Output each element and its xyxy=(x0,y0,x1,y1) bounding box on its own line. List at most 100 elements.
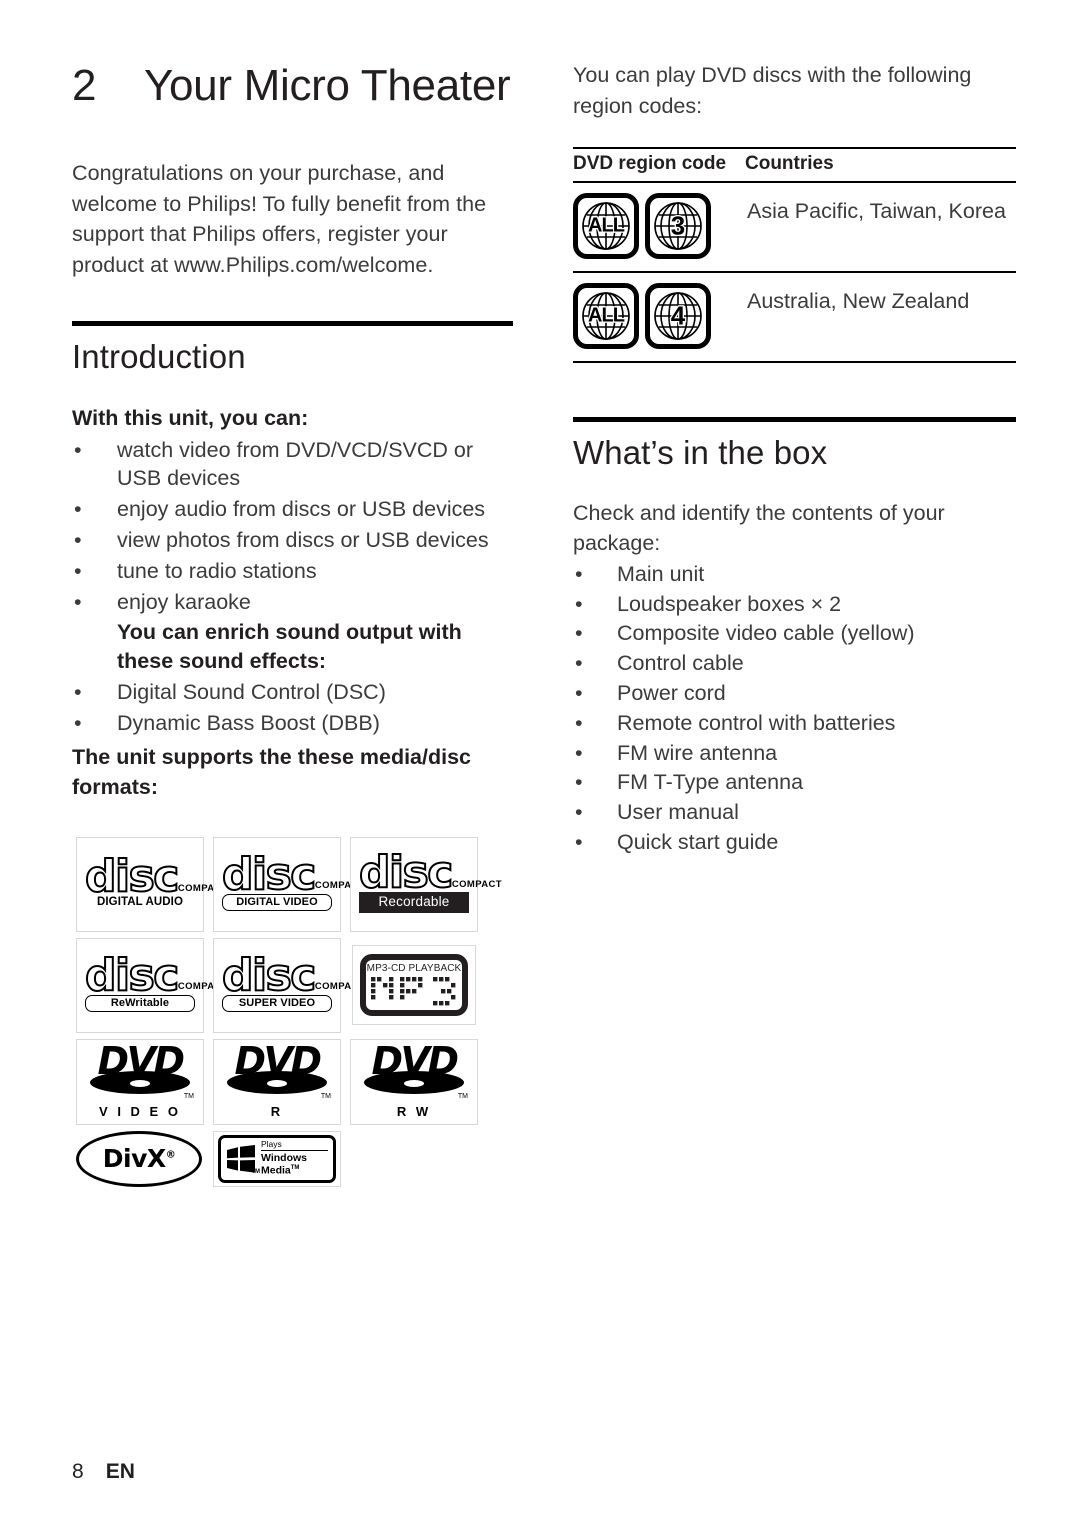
list-item-label: Remote control with batteries xyxy=(617,710,896,735)
media-label: MediaTM xyxy=(261,1165,328,1177)
logo-cell: disc COMPACT SUPER VIDEO xyxy=(209,937,365,1033)
table-row: ALL xyxy=(573,182,1016,274)
region-badge-all: ALL xyxy=(573,283,639,350)
section-rule xyxy=(573,417,1016,423)
trademark-mark: TM xyxy=(457,1093,468,1101)
bullet-icon: • xyxy=(575,621,583,646)
region-badge-number: 3 xyxy=(645,193,711,260)
box-heading: What’s in the box xyxy=(573,434,828,472)
logo-row: disc COMPACT DIGITAL AUDIO disc COMPACT xyxy=(72,836,513,932)
logo-cell: disc COMPACT DIGITAL VIDEO xyxy=(209,836,365,932)
column-header-countries: Countries xyxy=(745,147,1016,184)
manual-page: 2 Your Micro Theater Congratulations on … xyxy=(0,0,1080,1528)
list-item: • Dynamic Bass Boost (DBB) xyxy=(72,709,513,738)
media-text: Media xyxy=(261,1164,291,1177)
mp3-dot-matrix-icon xyxy=(371,977,457,1007)
right-column: You can play DVD discs with the followin… xyxy=(573,60,1016,857)
list-item: • Quick start guide xyxy=(573,828,1016,857)
dvd-video-logo: DVD TM V I D E O xyxy=(76,1038,204,1125)
cd-disc-wordmark: disc xyxy=(358,847,454,899)
trademark-mark: TM xyxy=(290,1165,300,1172)
formats-lead: The unit supports the these media/disc f… xyxy=(72,744,472,800)
table-row: ALL xyxy=(573,272,1016,364)
logo-row: DivX® TM Plays Windows MediaTM xyxy=(72,1130,513,1187)
list-item: • Remote control with batteries xyxy=(573,709,1016,738)
section-rule xyxy=(72,320,513,326)
logo-cell: DVD TM R xyxy=(209,1038,345,1125)
language-code: EN xyxy=(105,1460,135,1483)
dvd-subtitle: R W xyxy=(396,1104,432,1120)
bullet-icon: • xyxy=(575,591,583,616)
list-item-label: Loudspeaker boxes × 2 xyxy=(617,591,842,616)
bullet-icon: • xyxy=(74,710,82,735)
list-item-label: Control cable xyxy=(617,651,744,676)
list-item-label: Main unit xyxy=(617,561,705,586)
cd-subtitle: SUPER VIDEO xyxy=(222,994,332,1013)
cd-compact-label: COMPACT xyxy=(451,878,502,890)
bullet-icon: • xyxy=(74,679,82,704)
region-badge-number: 4 xyxy=(645,283,711,350)
bullet-icon: • xyxy=(575,800,583,825)
list-item-label: User manual xyxy=(617,800,739,825)
dvd-region-code-table: DVD region code Countries ALL 3 Asia Pac… xyxy=(573,147,1016,364)
chapter-number: 2 xyxy=(72,61,97,110)
list-item-label: Dynamic Bass Boost (DBB) xyxy=(117,710,380,735)
list-item-label: FM T-Type antenna xyxy=(617,770,804,795)
list-item: • tune to radio stations xyxy=(72,557,513,586)
bullet-icon: • xyxy=(74,528,82,552)
sound-effects-lead: You can enrich sound output with these s… xyxy=(117,620,462,674)
bullet-icon: • xyxy=(575,680,583,705)
logo-cell: TM Plays Windows MediaTM xyxy=(209,1130,345,1187)
list-item-label: enjoy audio from discs or USB devices xyxy=(117,497,486,522)
bullet-icon: • xyxy=(74,437,82,462)
dvd-hole-icon xyxy=(267,1080,287,1088)
list-item: • Main unit xyxy=(573,560,1016,589)
list-item: • Power cord xyxy=(573,679,1016,708)
welcome-paragraph: Congratulations on your purchase, and we… xyxy=(72,160,487,278)
bullet-icon: • xyxy=(74,497,82,522)
region-badge-label: ALL xyxy=(587,214,626,239)
logo-cell: DivX® xyxy=(72,1130,208,1187)
mp3-playback-label: MP3-CD PLAYBACK xyxy=(366,963,462,975)
windows-flag-icon: TM xyxy=(226,1144,260,1175)
trademark-mark: TM xyxy=(251,1168,260,1175)
divx-wordmark: DivX xyxy=(102,1144,166,1174)
list-item-label: FM wire antenna xyxy=(617,740,778,765)
plays-windows-media-logo: TM Plays Windows MediaTM xyxy=(213,1130,341,1187)
list-item: • Composite video cable (yellow) xyxy=(573,619,1016,648)
list-item-label: Digital Sound Control (DSC) xyxy=(117,679,386,704)
cd-subtitle: DIGITAL VIDEO xyxy=(222,893,332,912)
list-item-label: watch video from DVD/VCD/SVCD or USB dev… xyxy=(117,437,474,491)
region-countries: Australia, New Zealand xyxy=(745,272,1016,364)
dvd-rw-logo: DVD TM R W xyxy=(350,1038,478,1125)
region-badges-cell: ALL xyxy=(573,272,745,364)
region-countries: Asia Pacific, Taiwan, Korea xyxy=(745,182,1016,274)
list-item: • watch video from DVD/VCD/SVCD or USB d… xyxy=(72,436,513,494)
list-item-label: Power cord xyxy=(617,680,726,705)
logo-cell: DVD TM V I D E O xyxy=(72,1038,208,1125)
box-contents-list: • Main unit • Loudspeaker boxes × 2 • Co… xyxy=(573,560,1016,857)
logo-cell: MP3-CD PLAYBACK xyxy=(346,938,482,1033)
list-item-label: view photos from discs or USB devices xyxy=(117,528,489,552)
compact-disc-super-video-logo: disc COMPACT SUPER VIDEO xyxy=(213,937,365,1033)
region-badge-label: ALL xyxy=(587,304,626,329)
logo-cell: disc COMPACT DIGITAL AUDIO xyxy=(72,836,228,932)
introduction-heading: Introduction xyxy=(72,337,246,375)
bullet-icon: • xyxy=(575,651,583,676)
region-badge-label: 3 xyxy=(670,210,687,243)
trademark-mark: TM xyxy=(320,1093,331,1101)
compact-disc-digital-video-logo: disc COMPACT DIGITAL VIDEO xyxy=(213,836,365,932)
list-item: • enjoy audio from discs or USB devices xyxy=(72,495,513,524)
list-item: • User manual xyxy=(573,798,1016,827)
feature-list: • watch video from DVD/VCD/SVCD or USB d… xyxy=(72,436,513,738)
compact-disc-digital-audio-logo: disc COMPACT DIGITAL AUDIO xyxy=(76,836,228,932)
table-header-row: DVD region code Countries xyxy=(573,147,1016,184)
divx-logo: DivX® xyxy=(76,1130,204,1187)
dvd-hole-icon xyxy=(404,1080,424,1088)
list-item: • enjoy karaoke xyxy=(72,588,513,617)
bullet-icon: • xyxy=(575,710,583,735)
supported-format-logos: disc COMPACT DIGITAL AUDIO disc COMPACT xyxy=(72,836,513,1187)
compact-disc-rewritable-logo: disc COMPACT ReWritable xyxy=(76,937,228,1033)
dvd-r-logo: DVD TM R xyxy=(213,1038,341,1125)
logo-row: DVD TM V I D E O DVD TM R DVD TM R W xyxy=(72,1038,513,1125)
